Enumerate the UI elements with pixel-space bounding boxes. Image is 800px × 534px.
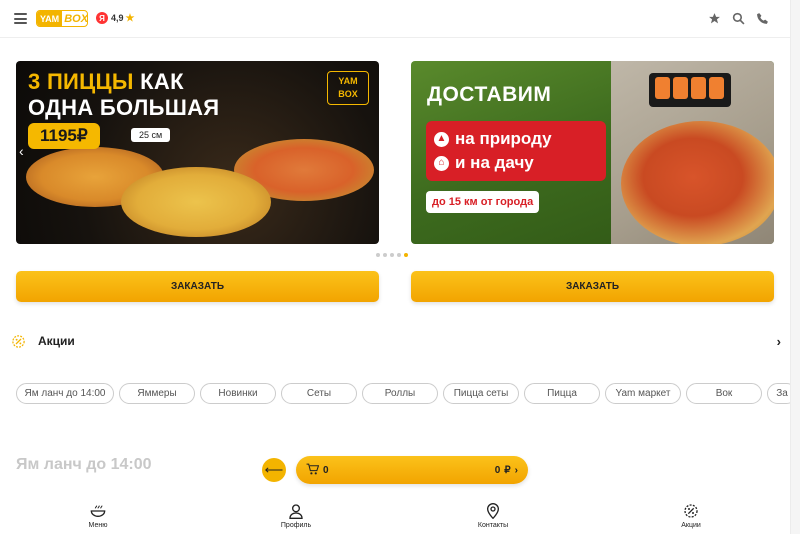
category-chip[interactable]: Новинки — [200, 383, 276, 404]
nav-menu[interactable]: Меню — [68, 502, 128, 529]
tree-icon: ▲ — [434, 131, 449, 147]
category-chip[interactable]: Вок — [686, 383, 762, 404]
search-icon[interactable] — [730, 10, 746, 26]
banner-price: 1195₽ — [28, 123, 100, 149]
category-chip[interactable]: Ям ланч до 14:00 — [16, 383, 114, 404]
category-chip[interactable]: Yam маркет — [605, 383, 681, 404]
house-icon: ⌂ — [434, 155, 449, 171]
nav-label: Контакты — [477, 522, 509, 529]
category-chips: Ям ланч до 14:00 Яммеры Новинки Сеты Роллы Пи… — [16, 383, 790, 405]
rating-star-icon: ★ — [125, 12, 135, 24]
location-icon — [484, 502, 502, 520]
category-chip[interactable]: Пицца сеты — [443, 383, 519, 404]
nav-label: Акции — [681, 522, 701, 529]
carousel-prev-icon[interactable]: ‹ — [16, 143, 27, 159]
category-chip[interactable]: Яммеры — [119, 383, 195, 404]
rating-value: 4,9 — [111, 13, 124, 23]
phone-icon[interactable] — [754, 10, 770, 26]
section-title: Ям ланч до 14:00 — [16, 456, 152, 473]
category-chip[interactable]: Сеты — [281, 383, 357, 404]
banner-title: 3 ПИЦЦЫ КАК ОДНА БОЛЬШАЯ — [28, 69, 220, 120]
category-chip[interactable]: За — [767, 383, 790, 404]
back-arrow-button[interactable]: ⟵ — [262, 458, 286, 482]
category-chip[interactable]: Роллы — [362, 383, 438, 404]
logo[interactable]: YAM BOX — [36, 10, 88, 27]
carousel-dot[interactable] — [383, 253, 387, 257]
carousel-dot[interactable] — [376, 253, 380, 257]
banner-destinations: ▲ на природу ⌂ и на дачу — [426, 121, 606, 181]
promo-banner-pizza[interactable]: 3 ПИЦЦЫ КАК ОДНА БОЛЬШАЯ 1195₽ 25 см YAM… — [16, 61, 379, 244]
cart-sum: 0 — [494, 464, 501, 476]
cart-count: 0 — [323, 464, 329, 476]
sushi-image — [649, 73, 731, 107]
page-scrollbar[interactable] — [790, 0, 800, 534]
category-chip[interactable]: Пицца — [524, 383, 600, 404]
discount-icon — [682, 502, 700, 520]
nav-profile[interactable]: Профиль — [266, 502, 326, 529]
nav-label: Меню — [88, 522, 108, 529]
banner-title: ДОСТАВИМ — [427, 83, 552, 106]
promotions-row[interactable]: Акции › — [10, 331, 785, 351]
menu-icon[interactable] — [14, 13, 27, 24]
nav-label: Профиль — [280, 522, 312, 529]
cart-icon — [306, 463, 320, 478]
promotions-label: Акции — [38, 334, 75, 348]
discount-icon — [10, 333, 26, 349]
rating-badge[interactable]: Я 4,9 ★ — [96, 12, 134, 24]
nav-contacts[interactable]: Контакты — [463, 502, 523, 529]
logo-box: BOX — [64, 12, 88, 25]
cart-bar[interactable]: 0 0 ₽ › — [296, 456, 528, 484]
carousel-dot[interactable] — [390, 253, 394, 257]
pizza-image — [621, 121, 774, 244]
chevron-right-icon[interactable]: › — [777, 334, 781, 349]
carousel-dots — [376, 253, 408, 257]
banner-logo: YAM BOX — [327, 71, 369, 105]
yandex-icon: Я — [96, 12, 108, 24]
bottom-navigation: Меню Профиль Контакты Акции — [0, 496, 790, 534]
user-icon — [287, 502, 305, 520]
banner-distance: до 15 км от города — [426, 191, 540, 213]
order-button[interactable]: ЗАКАЗАТЬ — [16, 271, 379, 302]
logo-yam: YAM — [37, 11, 63, 26]
banner-size: 25 см — [131, 128, 171, 142]
nav-promotions[interactable]: Акции — [661, 502, 721, 529]
cart-currency: ₽ — [504, 464, 511, 476]
carousel-dot-active[interactable] — [404, 253, 408, 257]
carousel-dot[interactable] — [397, 253, 401, 257]
pizza-image — [121, 167, 271, 237]
star-icon[interactable] — [706, 10, 722, 26]
bowl-icon — [89, 502, 107, 520]
promo-banner-delivery[interactable]: ДОСТАВИМ ▲ на природу ⌂ и на дачу до 15 км… — [411, 61, 774, 244]
order-button[interactable]: ЗАКАЗАТЬ — [411, 271, 774, 302]
chevron-right-icon: › — [514, 464, 518, 476]
top-header: YAM BOX Я 4,9 ★ — [0, 0, 790, 38]
